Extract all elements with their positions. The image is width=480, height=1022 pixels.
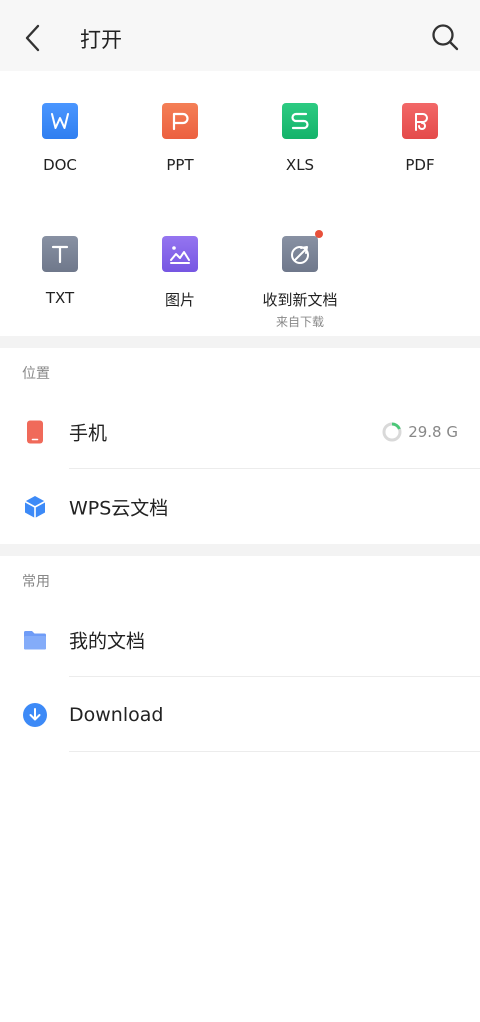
received-docs-icon — [282, 230, 323, 272]
file-type-pdf[interactable]: PDF — [360, 103, 480, 174]
section-divider — [0, 336, 480, 348]
location-wps-cloud-label: WPS云文档 — [69, 497, 169, 519]
row-separator — [69, 751, 480, 752]
cloud-cube-icon — [22, 494, 48, 520]
file-type-grid: DOC PPT XLS PDF TXT 图片 收到新文档 来自下载 — [0, 71, 480, 336]
storage-value: 29.8 G — [408, 422, 458, 441]
common-download-label: Download — [69, 703, 164, 726]
file-type-ppt[interactable]: PPT — [120, 103, 240, 174]
common-my-documents[interactable]: 我的文档 — [0, 602, 480, 677]
file-type-label: TXT — [45, 289, 75, 307]
section-header-location: 位置 — [22, 366, 50, 382]
phone-icon — [22, 419, 48, 445]
file-type-label: DOC — [43, 156, 77, 174]
file-type-label: PPT — [166, 156, 194, 174]
location-wps-cloud[interactable]: WPS云文档 — [0, 469, 480, 544]
back-arrow-icon — [25, 24, 40, 52]
file-type-label: XLS — [285, 156, 315, 174]
download-icon — [22, 702, 48, 728]
location-phone-label: 手机 — [69, 422, 108, 444]
location-phone[interactable]: 手机 29.8 G — [0, 394, 480, 469]
folder-icon — [22, 627, 48, 653]
ppt-icon — [162, 103, 198, 139]
top-bar: 打开 — [0, 0, 480, 71]
file-type-label: PDF — [405, 156, 435, 174]
search-button[interactable] — [430, 22, 460, 52]
storage-ring-icon — [382, 422, 402, 441]
doc-icon — [42, 103, 78, 139]
common-my-documents-label: 我的文档 — [69, 630, 146, 652]
file-type-sublabel: 来自下载 — [275, 315, 324, 329]
txt-icon — [42, 236, 78, 272]
image-icon — [162, 236, 198, 272]
common-download[interactable]: Download — [0, 677, 480, 752]
file-type-txt[interactable]: TXT — [0, 236, 120, 307]
file-type-image[interactable]: 图片 — [120, 236, 240, 310]
file-type-xls[interactable]: XLS — [240, 103, 360, 174]
back-button[interactable] — [18, 20, 48, 56]
section-divider — [0, 544, 480, 556]
page-title: 打开 — [80, 28, 122, 52]
section-header-common: 常用 — [22, 574, 50, 590]
search-icon — [432, 24, 459, 51]
file-type-label: 收到新文档 — [262, 291, 338, 309]
xls-icon — [282, 103, 318, 139]
file-type-doc[interactable]: DOC — [0, 103, 120, 174]
new-badge — [315, 230, 323, 238]
file-type-received[interactable]: 收到新文档 来自下载 — [240, 230, 360, 330]
file-type-label: 图片 — [164, 291, 195, 309]
storage-indicator: 29.8 G — [382, 422, 458, 442]
pdf-icon — [402, 103, 438, 139]
